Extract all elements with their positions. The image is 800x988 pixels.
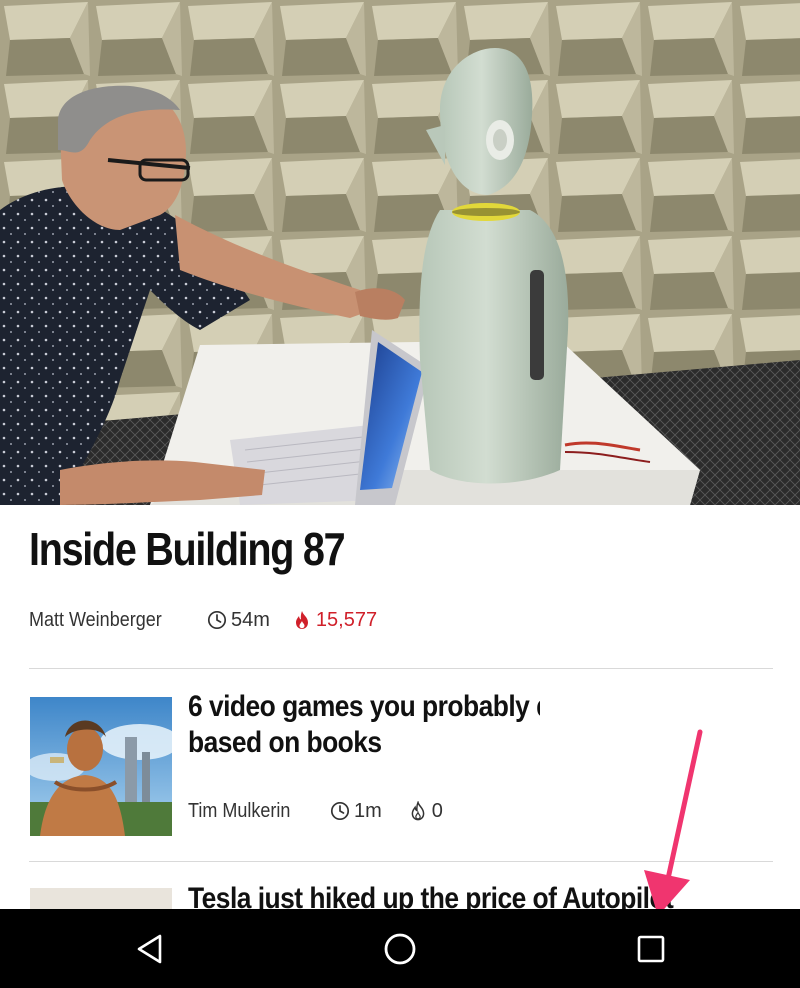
clock-icon — [330, 801, 350, 821]
divider — [29, 861, 773, 862]
article-card-title-line1: 6 video games you probably di — [188, 690, 540, 723]
article-author[interactable]: Matt Weinberger — [29, 609, 184, 632]
home-circle-icon — [384, 933, 416, 964]
card-view-count: 0 — [410, 800, 443, 823]
view-count-text: 15,577 — [315, 608, 378, 631]
card-time-ago-text: 1m — [354, 799, 382, 822]
recent-apps-square-icon — [637, 935, 665, 962]
divider — [29, 668, 773, 669]
hero-image[interactable] — [0, 0, 800, 505]
article-title[interactable]: Inside Building 87 — [29, 522, 346, 576]
article-card-title[interactable]: 6 video games you probably di based on b… — [188, 689, 558, 761]
back-button[interactable] — [100, 909, 200, 988]
card-time-ago: 1m — [330, 800, 382, 823]
time-ago-text: 54m — [231, 608, 270, 631]
time-ago: 54m — [207, 609, 270, 632]
card-count-text: 0 — [431, 799, 443, 822]
home-button[interactable] — [350, 909, 450, 988]
article-card-meta: Tim Mulkerin 1m 0 — [188, 797, 443, 825]
article-meta: Matt Weinberger 54m 15,577 — [29, 606, 377, 634]
article-card-author[interactable]: Tim Mulkerin — [188, 800, 316, 823]
flame-icon — [295, 611, 308, 629]
thumbnail-image — [30, 697, 172, 836]
hero-photo — [0, 0, 800, 505]
recent-apps-button[interactable] — [601, 909, 701, 988]
article-thumbnail[interactable] — [30, 697, 172, 836]
clock-icon — [207, 610, 227, 630]
flame-outline-icon — [411, 801, 425, 821]
article-card-title-line2: based on books — [188, 726, 382, 759]
view-count: 15,577 — [294, 609, 377, 632]
navigation-bar — [0, 909, 800, 988]
back-triangle-icon — [137, 934, 162, 963]
article-thumbnail[interactable] — [30, 888, 172, 910]
